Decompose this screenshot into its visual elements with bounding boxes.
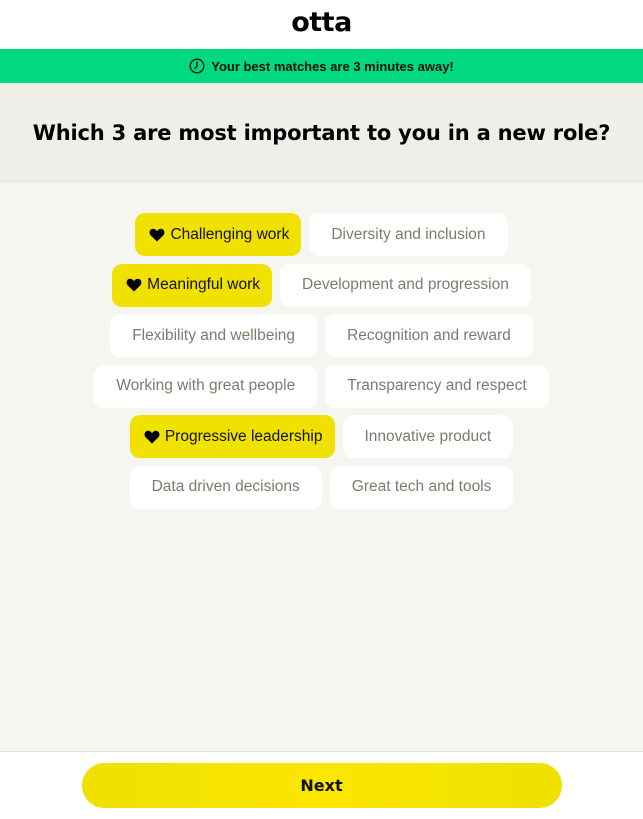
- option-chip[interactable]: Progressive leadership: [129, 415, 335, 459]
- clock-icon: [189, 58, 205, 74]
- option-chip[interactable]: Flexibility and wellbeing: [110, 314, 318, 358]
- option-label: Flexibility and wellbeing: [132, 326, 296, 344]
- option-chip[interactable]: Innovative product: [342, 415, 514, 459]
- heart-icon: [126, 278, 142, 292]
- option-label: Recognition and reward: [347, 326, 511, 344]
- option-label: Progressive leadership: [164, 427, 323, 445]
- option-label: Diversity and inclusion: [331, 225, 486, 243]
- options-row: Progressive leadership Innovative produc…: [129, 415, 514, 459]
- option-chip[interactable]: Great tech and tools: [329, 465, 514, 509]
- options-row: Working with great people Transparency a…: [94, 364, 549, 408]
- option-chip[interactable]: Recognition and reward: [325, 314, 533, 358]
- banner-text: Your best matches are 3 minutes away!: [211, 58, 454, 74]
- top-bar: otta: [0, 0, 643, 49]
- options-row: Meaningful work Development and progress…: [112, 263, 531, 307]
- options-row: Challenging work Diversity and inclusion: [135, 213, 508, 256]
- options-row: Flexibility and wellbeing Recognition an…: [110, 314, 533, 358]
- heart-icon: [150, 228, 165, 241]
- question-title: Which 3 are most important to you in a n…: [32, 121, 611, 145]
- option-label: Data driven decisions: [151, 478, 300, 496]
- next-button[interactable]: Next: [81, 763, 562, 808]
- option-chip[interactable]: Diversity and inclusion: [309, 213, 508, 256]
- option-label: Challenging work: [170, 225, 290, 243]
- heart-icon: [144, 430, 160, 444]
- option-chip[interactable]: Meaningful work: [112, 263, 273, 307]
- option-label: Transparency and respect: [347, 377, 527, 395]
- option-chip[interactable]: Working with great people: [94, 364, 318, 408]
- option-chip[interactable]: Challenging work: [135, 213, 302, 256]
- matches-banner: Your best matches are 3 minutes away!: [0, 49, 643, 83]
- option-label: Innovative product: [364, 427, 492, 445]
- otta-logo[interactable]: otta: [291, 9, 352, 36]
- option-chip[interactable]: Data driven decisions: [129, 465, 322, 509]
- options-list: Challenging work Diversity and inclusion…: [0, 183, 643, 517]
- option-label: Great tech and tools: [351, 478, 492, 496]
- option-label: Meaningful work: [147, 276, 261, 294]
- option-chip[interactable]: Development and progression: [280, 263, 531, 307]
- option-chip[interactable]: Transparency and respect: [325, 364, 549, 408]
- footer-bar: Next: [0, 751, 643, 819]
- question-section: Which 3 are most important to you in a n…: [0, 83, 643, 183]
- option-label: Development and progression: [302, 276, 509, 294]
- options-row: Data driven decisions Great tech and too…: [129, 465, 514, 509]
- option-label: Working with great people: [116, 377, 296, 395]
